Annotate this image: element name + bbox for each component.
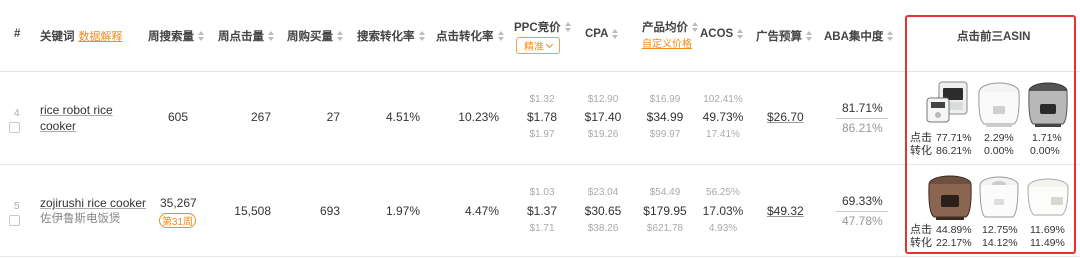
sort-icon[interactable] [737, 29, 744, 39]
cpa-mid: $17.40 [584, 110, 622, 124]
acos-high: 4.93% [708, 223, 738, 234]
aba-divider [836, 118, 888, 119]
cpa-low: $12.90 [587, 94, 619, 105]
price-mid: $34.99 [646, 110, 684, 124]
keyword-text-cont[interactable]: cooker [40, 118, 113, 134]
weekly-purchases-value: 27 [326, 110, 340, 124]
cpa-low: $23.04 [587, 187, 619, 198]
ppc-low: $1.03 [529, 187, 555, 198]
header-aba-label: ABA集中度 [824, 31, 884, 43]
click-conversion-value: 10.23% [458, 110, 499, 124]
sort-icon[interactable] [268, 31, 274, 41]
ppc-match-type-value: 精准 [524, 42, 544, 53]
header-weekly-search-label: 周搜索量 [148, 31, 194, 43]
price-mid: $179.95 [643, 204, 687, 218]
price-low: $16.99 [649, 94, 681, 105]
row-index: 5 [14, 201, 20, 212]
sort-icon[interactable] [198, 31, 204, 41]
top3-asin-highlight-box [905, 15, 1076, 254]
ppc-high: $1.71 [529, 223, 555, 234]
cpa-mid: $30.65 [584, 204, 622, 218]
ppc-low: $1.32 [529, 94, 555, 105]
weekly-clicks-value: 15,508 [234, 204, 271, 218]
keyword-text[interactable]: zojirushi rice cooker [40, 195, 146, 211]
header-search-conversion[interactable]: 搜索转化率 [357, 28, 425, 44]
price-low: $54.49 [649, 187, 681, 198]
header-search-conversion-label: 搜索转化率 [357, 31, 415, 43]
header-acos[interactable]: ACOS [700, 28, 744, 40]
header-aba[interactable]: ABA集中度 [824, 28, 894, 44]
header-avg-price[interactable]: 产品均价 [642, 19, 698, 35]
cpa-high: $19.26 [587, 129, 619, 140]
price-high: $99.97 [649, 129, 681, 140]
ad-budget-value[interactable]: $49.32 [767, 204, 804, 218]
ad-budget-value[interactable]: $26.70 [767, 110, 804, 124]
sort-icon[interactable] [418, 31, 425, 41]
header-weekly-search[interactable]: 周搜索量 [148, 28, 204, 44]
sort-icon[interactable] [337, 31, 343, 41]
custom-price-link-wrap: 自定义价格 [642, 35, 692, 50]
week-rank-badge: 第31周 [159, 213, 196, 228]
header-ppc[interactable]: PPC竞价 [514, 19, 571, 35]
keyword-text[interactable]: rice robot rice [40, 102, 113, 118]
header-click-conversion-label: 点击转化率 [436, 31, 494, 43]
header-cpa[interactable]: CPA [585, 28, 619, 40]
weekly-search-value: 35,267 [160, 196, 197, 210]
row-checkbox[interactable] [9, 122, 20, 133]
header-weekly-purchases-label: 周购买量 [287, 31, 333, 43]
acos-low: 102.41% [703, 94, 743, 105]
header-weekly-purchases[interactable]: 周购买量 [287, 28, 343, 44]
header-avg-price-label: 产品均价 [642, 22, 688, 34]
sort-icon[interactable] [497, 31, 504, 41]
ppc-mid: $1.78 [526, 110, 558, 124]
aba-divider [836, 211, 888, 212]
search-conversion-value: 4.51% [385, 110, 420, 124]
weekly-clicks-value: 267 [250, 110, 271, 124]
weekly-purchases-value: 693 [319, 204, 340, 218]
sort-icon[interactable] [806, 31, 812, 41]
header-acos-label: ACOS [700, 28, 734, 40]
header-keyword: 关键词 数据解释 [40, 28, 123, 44]
acos-low: 56.25% [706, 187, 740, 198]
sort-icon[interactable] [564, 22, 571, 32]
aba-top-value: 81.71% [842, 101, 883, 115]
click-conversion-value: 4.47% [464, 204, 499, 218]
header-weekly-clicks[interactable]: 周点击量 [218, 28, 274, 44]
keyword-cell[interactable]: zojirushi rice cooker 佐伊鲁斯电饭煲 [40, 195, 146, 227]
chevron-down-icon [545, 40, 554, 48]
price-high: $621.78 [646, 223, 684, 234]
acos-high: 17.41% [706, 129, 740, 140]
keyword-translation: 佐伊鲁斯电饭煲 [40, 213, 121, 225]
header-ad-budget[interactable]: 广告预算 [756, 28, 812, 44]
sort-icon[interactable] [612, 29, 619, 39]
sort-icon[interactable] [692, 22, 698, 32]
keyword-cell[interactable]: rice robot rice cooker [40, 102, 113, 134]
sort-icon[interactable] [887, 31, 894, 41]
ppc-match-type-select[interactable]: 精准 [516, 37, 560, 54]
aba-bottom-value: 47.78% [842, 214, 883, 228]
cpa-high: $38.26 [587, 223, 619, 234]
row-index: 4 [14, 108, 20, 119]
acos-mid: 49.73% [702, 110, 744, 124]
header-index: # [14, 28, 21, 40]
header-click-conversion[interactable]: 点击转化率 [436, 28, 504, 44]
ppc-mid: $1.37 [526, 204, 558, 218]
row-checkbox[interactable] [9, 215, 20, 226]
ppc-high: $1.97 [529, 129, 555, 140]
acos-mid: 17.03% [702, 204, 744, 218]
header-weekly-clicks-label: 周点击量 [218, 31, 264, 43]
header-ppc-label: PPC竞价 [514, 22, 561, 34]
header-ad-budget-label: 广告预算 [756, 31, 802, 43]
weekly-search-value: 605 [167, 110, 189, 124]
header-cpa-label: CPA [585, 28, 609, 40]
search-conversion-value: 1.97% [385, 204, 420, 218]
aba-top-value: 69.33% [842, 194, 883, 208]
aba-bottom-value: 86.21% [842, 121, 883, 135]
custom-price-link[interactable]: 自定义价格 [642, 35, 692, 50]
data-explain-link[interactable]: 数据解释 [79, 28, 123, 44]
header-keyword-label: 关键词 [40, 31, 75, 43]
